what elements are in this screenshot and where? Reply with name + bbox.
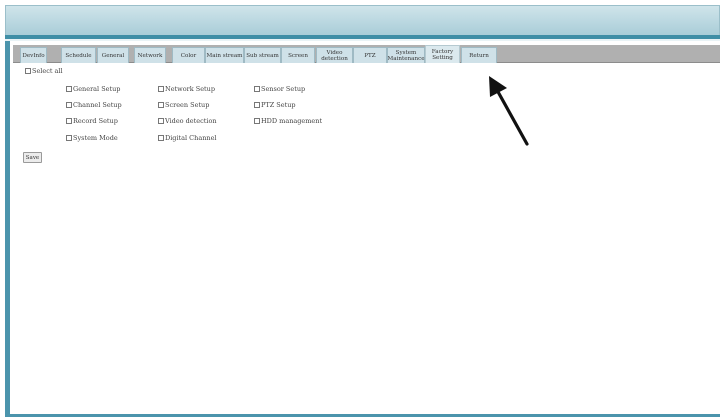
sensor-setup-checkbox[interactable] [254,86,260,92]
network-setup-checkbox[interactable] [158,86,164,92]
channel-setup-checkbox[interactable] [66,102,72,108]
digital-channel-checkbox[interactable] [158,135,164,141]
option-label: Sensor Setup [261,85,306,93]
system-mode-checkbox[interactable] [66,135,72,141]
option-digital-channel[interactable]: Digital Channel [158,134,217,142]
option-ptz-setup[interactable]: PTZ Setup [254,101,296,109]
option-label: Screen Setup [165,101,210,109]
select-all-option[interactable]: Select all [25,67,63,75]
screen-setup-checkbox[interactable] [158,102,164,108]
select-all-checkbox[interactable] [25,68,31,74]
option-label: Digital Channel [165,134,217,142]
option-label: Video detection [165,117,217,125]
tab-sub-stream[interactable]: Sub stream [244,47,281,63]
tab-main-stream[interactable]: Main stream [205,47,244,63]
option-channel-setup[interactable]: Channel Setup [66,101,122,109]
option-sensor-setup[interactable]: Sensor Setup [254,85,305,93]
tab-video-detection[interactable]: Video detection [316,47,353,63]
tab-network[interactable]: Network [134,47,166,63]
hdd-management-checkbox[interactable] [254,118,260,124]
tab-return[interactable]: Return [461,47,497,63]
video-detection-checkbox[interactable] [158,118,164,124]
select-all-label: Select all [32,67,63,75]
option-network-setup[interactable]: Network Setup [158,85,215,93]
save-button[interactable]: Save [23,152,42,163]
option-video-detection[interactable]: Video detection [158,117,217,125]
option-record-setup[interactable]: Record Setup [66,117,118,125]
option-label: Channel Setup [73,101,122,109]
option-general-setup[interactable]: General Setup [66,85,120,93]
tab-factory-setting[interactable]: Factory Setting [425,45,460,63]
tab-general[interactable]: General [97,47,129,63]
option-label: Network Setup [165,85,215,93]
option-label: PTZ Setup [261,101,296,109]
option-label: System Mode [73,134,118,142]
option-system-mode[interactable]: System Mode [66,134,118,142]
header-bar [5,5,720,35]
tab-screen[interactable]: Screen [281,47,315,63]
tab-devinfo[interactable]: DevInfo [20,47,47,63]
ptz-setup-checkbox[interactable] [254,102,260,108]
option-label: Record Setup [73,117,118,125]
tab-schedule[interactable]: Schedule [61,47,96,63]
option-label: General Setup [73,85,121,93]
option-label: HDD management [261,117,323,125]
record-setup-checkbox[interactable] [66,118,72,124]
content-frame [5,41,720,417]
tab-color[interactable]: Color [172,47,205,63]
general-setup-checkbox[interactable] [66,86,72,92]
option-screen-setup[interactable]: Screen Setup [158,101,209,109]
tab-system-maintenance[interactable]: System Maintenance [387,47,425,63]
tab-ptz[interactable]: PTZ [353,47,387,63]
option-hdd-management[interactable]: HDD management [254,117,322,125]
arrow-pointer-icon [489,76,529,146]
